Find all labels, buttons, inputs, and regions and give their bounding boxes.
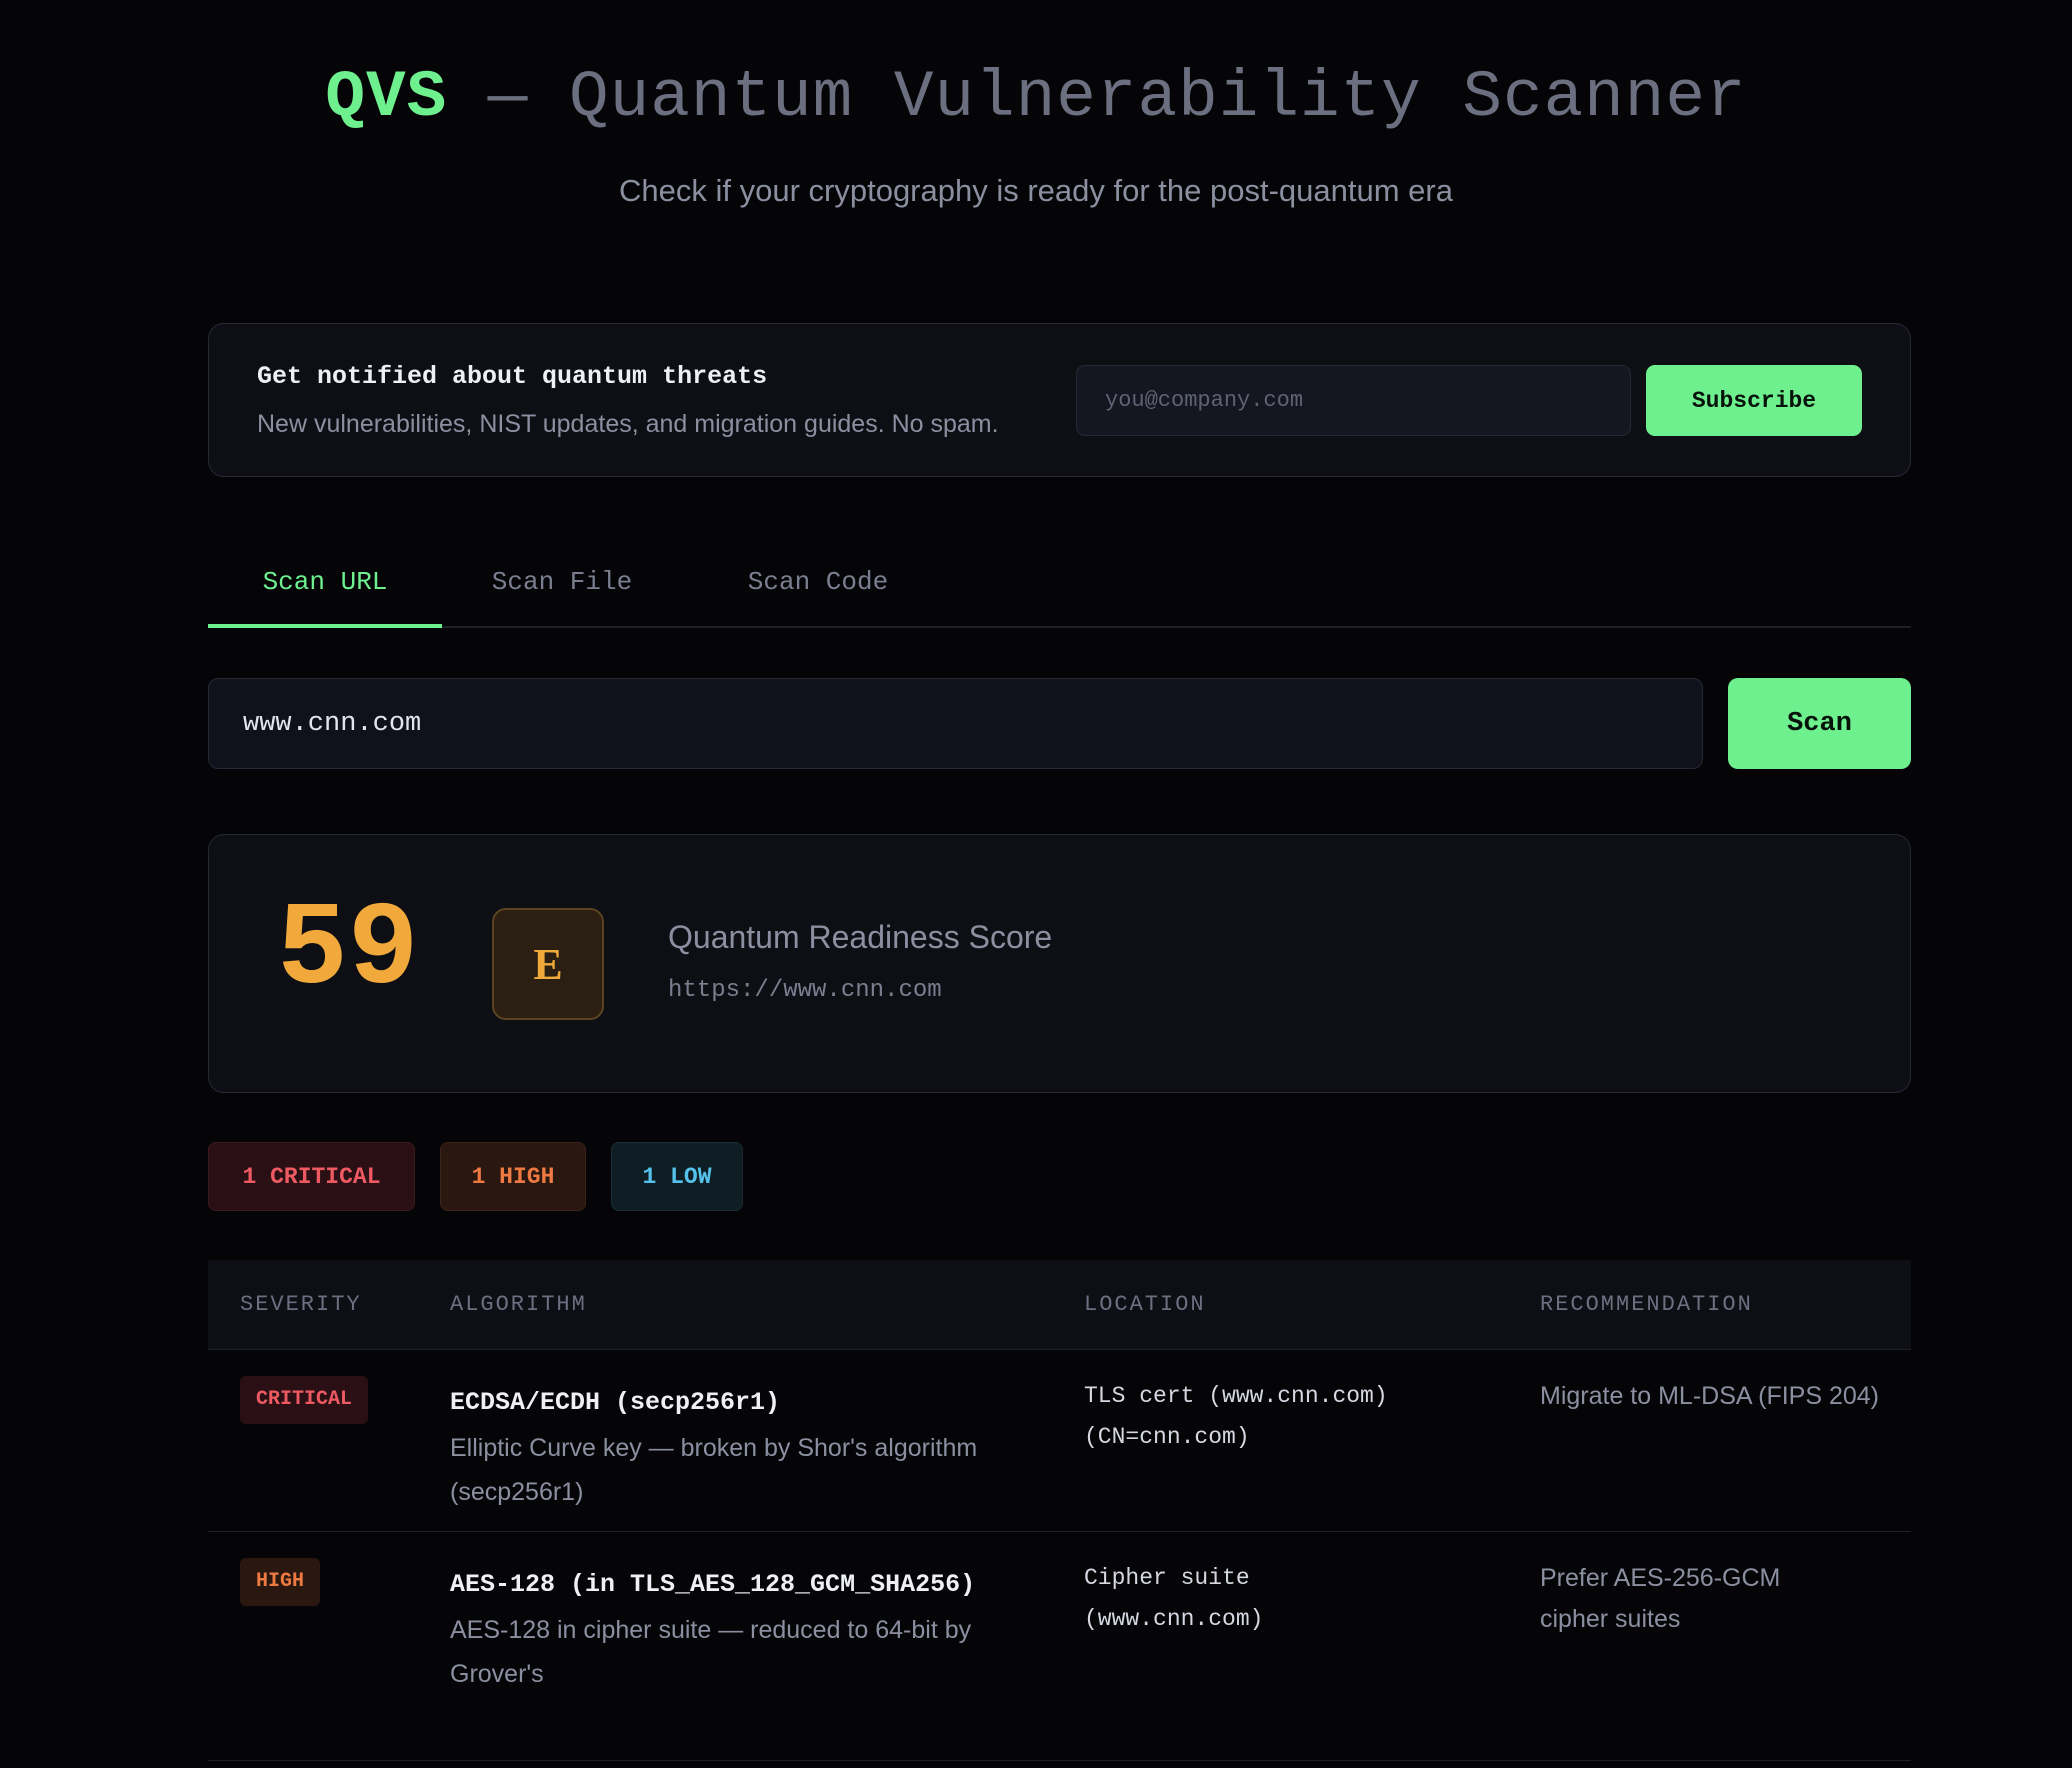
severity-badge: HIGH xyxy=(240,1558,321,1606)
column-header-algorithm: ALGORITHM xyxy=(450,1292,587,1317)
page-subtitle: Check if your cryptography is ready for … xyxy=(619,173,1453,208)
table-header: SEVERITY ALGORITHM LOCATION RECOMMENDATI… xyxy=(208,1260,1911,1350)
algorithm-name: ECDSA/ECDH (secp256r1) xyxy=(450,1388,781,1417)
page-title: QVS — Quantum Vulnerability Scanner xyxy=(0,60,2072,135)
tab-scan-file[interactable]: Scan File xyxy=(468,540,656,628)
title-text: — Quantum Vulnerability Scanner xyxy=(447,60,1747,135)
subscribe-description: New vulnerabilities, NIST updates, and m… xyxy=(257,410,999,438)
findings-table: SEVERITY ALGORITHM LOCATION RECOMMENDATI… xyxy=(208,1260,1911,1761)
algorithm-cell: ECDSA/ECDH (secp256r1) Elliptic Curve ke… xyxy=(450,1380,1050,1514)
low-count-badge[interactable]: 1 LOW xyxy=(611,1142,743,1211)
subscribe-button[interactable]: Subscribe xyxy=(1646,365,1862,436)
grade-badge: E xyxy=(492,908,604,1020)
email-field[interactable] xyxy=(1076,365,1631,436)
algorithm-name: AES-128 (in TLS_AES_128_GCM_SHA256) xyxy=(450,1570,976,1599)
tab-scan-code[interactable]: Scan Code xyxy=(713,540,923,628)
recommendation-cell: Prefer AES-256-GCM cipher suites xyxy=(1540,1564,1781,1633)
location-cell: Cipher suite (www.cnn.com) xyxy=(1084,1565,1264,1632)
scanned-url: https://www.cnn.com xyxy=(668,977,942,1004)
readiness-score-label: Quantum Readiness Score xyxy=(668,919,1053,955)
recommendation-cell: Migrate to ML-DSA (FIPS 204) xyxy=(1540,1382,1880,1410)
table-row: CRITICAL ECDSA/ECDH (secp256r1) Elliptic… xyxy=(208,1350,1911,1532)
algorithm-description: Elliptic Curve key — broken by Shor's al… xyxy=(450,1434,978,1506)
readiness-score-value: 59 xyxy=(277,885,419,1018)
column-header-location: LOCATION xyxy=(1084,1292,1206,1317)
column-header-severity: SEVERITY xyxy=(240,1292,362,1317)
scan-tabs: Scan URL Scan File Scan Code xyxy=(208,540,1911,628)
location-cell: TLS cert (www.cnn.com) (CN=cnn.com) xyxy=(1084,1383,1388,1450)
algorithm-cell: AES-128 (in TLS_AES_128_GCM_SHA256) AES-… xyxy=(450,1562,1010,1696)
url-input[interactable] xyxy=(208,678,1703,769)
subscribe-card: Get notified about quantum threats New v… xyxy=(208,323,1911,477)
table-row: HIGH AES-128 (in TLS_AES_128_GCM_SHA256)… xyxy=(208,1532,1911,1761)
column-header-recommendation: RECOMMENDATION xyxy=(1540,1292,1753,1317)
scan-button[interactable]: Scan xyxy=(1728,678,1911,769)
high-count-badge[interactable]: 1 HIGH xyxy=(440,1142,586,1211)
algorithm-description: AES-128 in cipher suite — reduced to 64-… xyxy=(450,1616,972,1688)
tab-scan-url[interactable]: Scan URL xyxy=(208,540,442,628)
page-header: QVS — Quantum Vulnerability Scanner Chec… xyxy=(0,60,2072,209)
critical-count-badge[interactable]: 1 CRITICAL xyxy=(208,1142,415,1211)
subscribe-title: Get notified about quantum threats xyxy=(257,362,768,391)
severity-badge: CRITICAL xyxy=(240,1376,369,1424)
score-card: 59 E Quantum Readiness Score https://www… xyxy=(208,834,1911,1093)
brand-logo-text: QVS xyxy=(325,60,448,135)
